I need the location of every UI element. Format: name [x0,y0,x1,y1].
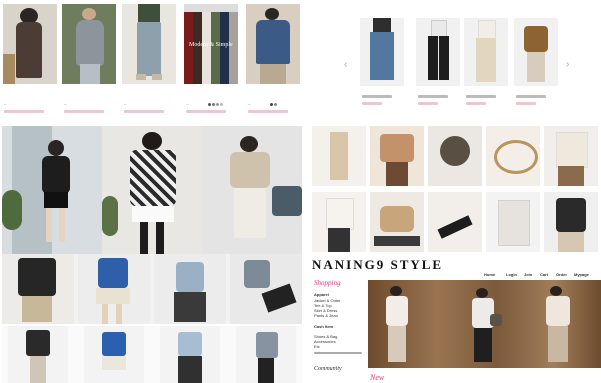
model-collage-main [2,126,302,254]
nav-order[interactable]: Order [556,272,567,277]
model-photo-8[interactable] [8,326,68,383]
model-photo-10[interactable] [160,326,220,383]
grid-item-5[interactable] [544,126,598,186]
carousel-next-icon[interactable]: › [566,60,569,70]
model-photo-11[interactable] [236,326,296,383]
product-grid-right [308,126,601,254]
price-bar-6 [362,102,382,105]
price-bar-2 [64,110,104,113]
product-image-9[interactable] [514,18,558,86]
color-chips-4 [208,94,224,110]
model-photo-6[interactable] [154,254,226,324]
nav-mypage[interactable]: Mypage [574,272,589,277]
sidebar-shopping-title: Shopping [314,279,341,287]
price-bar-3 [124,110,164,113]
model-photo-5[interactable] [78,254,150,324]
sidebar-item-etc[interactable]: Etc [314,344,320,349]
grid-item-8[interactable] [428,192,482,252]
model-photo-3[interactable] [202,126,302,254]
product-image-1[interactable] [3,4,57,84]
nav-join[interactable]: Join [524,272,532,277]
model-photo-7[interactable] [230,254,302,324]
product-overlay-text: Modern & Simple [189,42,233,48]
caption-bar-8 [466,95,496,98]
carousel-prev-icon[interactable]: ‹ [344,60,347,70]
model-strip-secondary [2,254,302,324]
top-right-product-strip: ‹ › [340,0,601,125]
store-page: NANING9 STYLE Home Login Join Cart Order… [310,256,601,383]
price-bar-5 [248,110,288,113]
product-caption-2[interactable]: ... [64,102,67,106]
sidebar-community-title[interactable]: Community [314,366,342,372]
color-chips-5 [270,94,278,110]
price-bar-8 [466,102,486,105]
brand-logo[interactable]: NANING9 STYLE [312,258,443,271]
price-bar-4 [186,110,226,113]
nav-login[interactable]: Login [506,272,517,277]
product-image-3[interactable] [122,4,176,84]
grid-item-3[interactable] [428,126,482,186]
sidebar-item-pants[interactable]: Pants & Jean [314,313,338,318]
grid-item-10[interactable] [544,192,598,252]
price-bar-1 [4,110,44,113]
product-image-6[interactable] [360,18,404,86]
price-bar-7 [418,102,438,105]
product-image-8[interactable] [464,18,508,86]
product-image-4[interactable]: Modern & Simple [184,4,238,84]
sidebar-divider [314,352,362,354]
caption-bar-7 [418,95,448,98]
hero-photo[interactable] [368,280,601,368]
grid-item-6[interactable] [312,192,366,252]
grid-item-7[interactable] [370,192,424,252]
grid-item-1[interactable] [312,126,366,186]
product-image-5[interactable] [246,4,300,84]
grid-item-4[interactable] [486,126,540,186]
sidebar-cash-item[interactable]: Cash Item [314,324,333,329]
model-photo-9[interactable] [84,326,144,383]
model-photo-1[interactable] [2,126,102,254]
sidebar-new-label[interactable]: New [370,374,384,382]
model-photo-2[interactable] [102,126,202,254]
caption-bar-6 [362,95,392,98]
model-strip-tertiary [2,326,302,383]
product-caption-5[interactable]: ... [248,102,251,106]
caption-bar-9 [516,95,546,98]
product-caption-3[interactable]: ... [124,102,127,106]
nav-cart[interactable]: Cart [540,272,548,277]
grid-item-9[interactable] [486,192,540,252]
sidebar-item-apparel[interactable]: Apparel [314,292,329,297]
product-image-2[interactable] [62,4,116,84]
product-caption-4[interactable]: ... [186,102,189,106]
product-caption-1[interactable]: ... [4,102,7,106]
nav-home[interactable]: Home [484,272,495,277]
product-image-7[interactable] [416,18,460,86]
price-bar-9 [516,102,536,105]
model-photo-4[interactable] [2,254,74,324]
grid-item-2[interactable] [370,126,424,186]
top-left-product-strip: Modern & Simple ... ... ... ... ... [0,0,305,125]
